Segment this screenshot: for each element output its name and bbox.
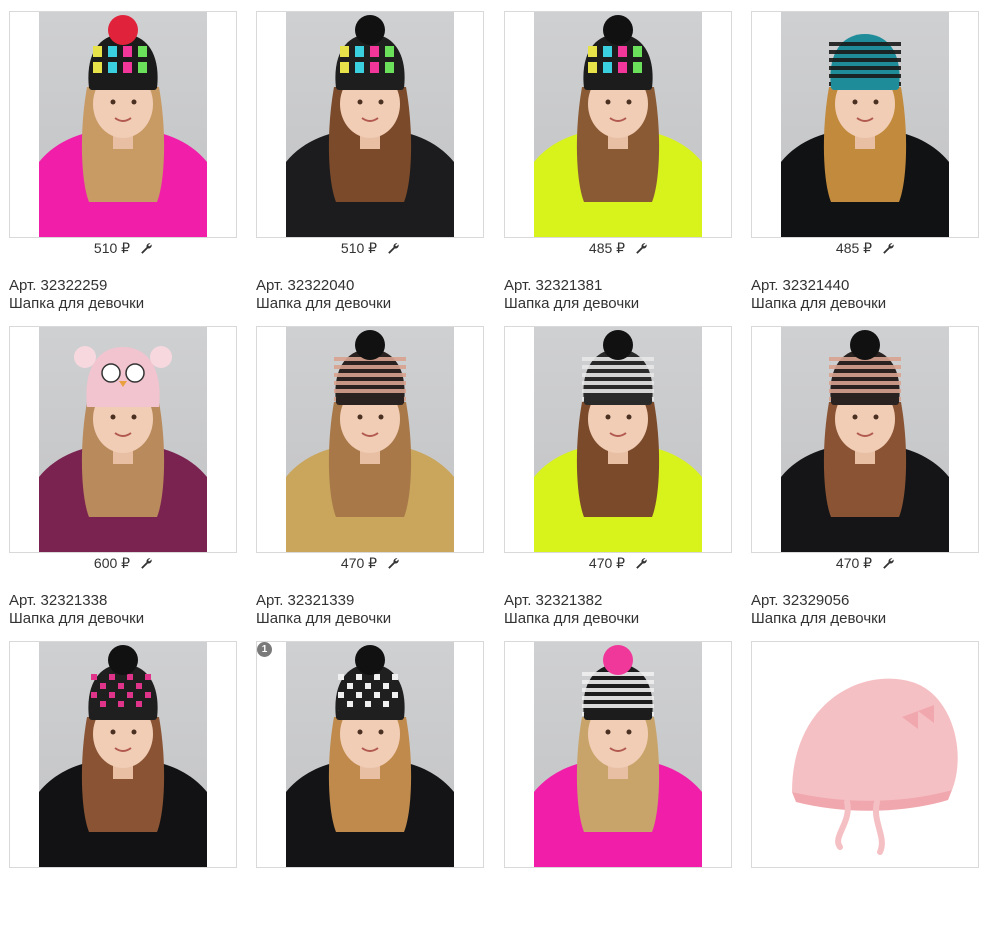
product-price: 470 ₽ [340, 555, 378, 571]
product-card: 470 ₽ Арт. 32329056 Шапка для девочки [751, 326, 979, 627]
product-image [39, 642, 207, 867]
product-photo[interactable] [9, 11, 237, 238]
price-row: 470 ₽ [504, 555, 732, 573]
product-image [534, 642, 702, 867]
product-name[interactable]: Шапка для девочки [9, 295, 144, 312]
pompom-shape [603, 15, 633, 45]
product-image [781, 12, 949, 237]
pompom-shape [355, 330, 385, 360]
pompom-shape [108, 645, 138, 675]
product-name[interactable]: Шапка для девочки [751, 295, 886, 312]
product-photo[interactable] [9, 326, 237, 553]
product-photo[interactable] [256, 641, 484, 868]
product-image [286, 12, 454, 237]
wrench-icon[interactable] [882, 556, 894, 572]
product-name[interactable]: Шапка для девочки [751, 610, 886, 627]
wrench-icon[interactable] [140, 556, 152, 572]
product-card: 510 ₽ Арт. 32322040 Шапка для девочки [256, 11, 484, 312]
product-photo[interactable] [256, 11, 484, 238]
price-row: 510 ₽ [9, 240, 237, 258]
product-article: Арт. 32321338 [9, 592, 108, 609]
product-photo[interactable] [504, 641, 732, 868]
price-row: 470 ₽ [751, 555, 979, 573]
price-row: 470 ₽ [256, 555, 484, 573]
product-price: 485 ₽ [835, 240, 873, 256]
wrench-icon[interactable] [882, 241, 894, 257]
product-price: 470 ₽ [835, 555, 873, 571]
product-image [286, 327, 454, 552]
product-article: Арт. 32321382 [504, 592, 603, 609]
product-card: 485 ₽ Арт. 32321440 Шапка для девочки [751, 11, 979, 312]
product-image [39, 12, 207, 237]
pompom-shape [355, 15, 385, 45]
product-price: 510 ₽ [93, 240, 131, 256]
wrench-icon[interactable] [140, 241, 152, 257]
product-name[interactable]: Шапка для девочки [504, 610, 639, 627]
pompom-shape [850, 330, 880, 360]
product-card [751, 641, 979, 941]
wrench-icon[interactable] [387, 556, 399, 572]
price-row: 485 ₽ [504, 240, 732, 258]
pompom-shape [355, 645, 385, 675]
bonnet-shape [792, 678, 958, 804]
product-photo[interactable] [256, 326, 484, 553]
product-card: 470 ₽ Арт. 32321382 Шапка для девочки [504, 326, 732, 627]
wrench-icon[interactable] [387, 241, 399, 257]
product-price: 510 ₽ [340, 240, 378, 256]
pompom-shape [603, 330, 633, 360]
product-image [534, 12, 702, 237]
product-name[interactable]: Шапка для девочки [504, 295, 639, 312]
product-price: 470 ₽ [588, 555, 626, 571]
product-card [9, 641, 237, 941]
price-row: 485 ₽ [751, 240, 979, 258]
product-image [534, 327, 702, 552]
product-image [286, 642, 454, 867]
product-card: 1 [256, 641, 484, 941]
pompom-shape [108, 15, 138, 45]
product-name[interactable]: Шапка для девочки [9, 610, 144, 627]
product-image [781, 327, 949, 552]
product-price: 485 ₽ [588, 240, 626, 256]
product-name[interactable]: Шапка для девочки [256, 610, 391, 627]
product-article: Арт. 32322040 [256, 277, 355, 294]
wrench-icon[interactable] [635, 241, 647, 257]
price-row: 600 ₽ [9, 555, 237, 573]
product-photo[interactable] [9, 641, 237, 868]
product-article: Арт. 32321381 [504, 277, 603, 294]
count-badge: 1 [257, 642, 272, 657]
product-article: Арт. 32322259 [9, 277, 108, 294]
product-card: 600 ₽ Арт. 32321338 Шапка для девочки [9, 326, 237, 627]
product-image [752, 642, 978, 867]
price-row: 510 ₽ [256, 240, 484, 258]
product-card: 485 ₽ Арт. 32321381 Шапка для девочки [504, 11, 732, 312]
product-photo[interactable] [504, 326, 732, 553]
product-photo[interactable] [751, 641, 979, 868]
product-article: Арт. 32321339 [256, 592, 355, 609]
product-card: 510 ₽ Арт. 32322259 Шапка для девочки [9, 11, 237, 312]
product-photo[interactable] [504, 11, 732, 238]
product-card [504, 641, 732, 941]
product-article: Арт. 32329056 [751, 592, 850, 609]
product-name[interactable]: Шапка для девочки [256, 295, 391, 312]
pompom-shape [603, 645, 633, 675]
product-card: 470 ₽ Арт. 32321339 Шапка для девочки [256, 326, 484, 627]
product-photo[interactable] [751, 11, 979, 238]
product-price: 600 ₽ [93, 555, 131, 571]
product-article: Арт. 32321440 [751, 277, 850, 294]
product-image [39, 327, 207, 552]
product-photo[interactable] [751, 326, 979, 553]
wrench-icon[interactable] [635, 556, 647, 572]
